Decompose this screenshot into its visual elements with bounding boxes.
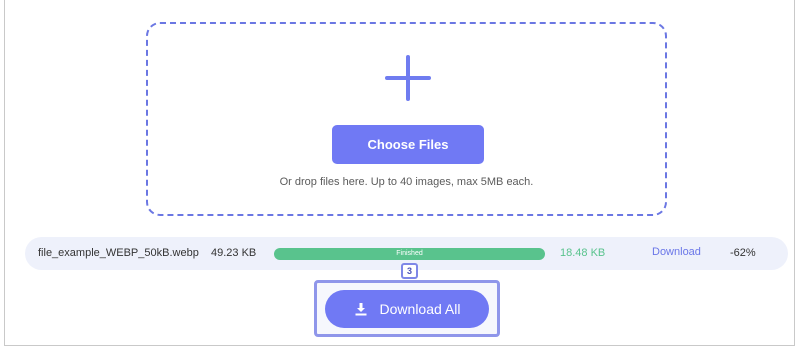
- download-icon: [355, 303, 367, 316]
- size-reduction: -62%: [730, 247, 756, 259]
- original-size: 49.23 KB: [211, 247, 257, 259]
- progress-status: Finished: [396, 250, 423, 257]
- app-frame: Choose Files Or drop files here. Up to 4…: [4, 0, 795, 346]
- plus-icon[interactable]: [385, 55, 431, 101]
- step-badge: 3: [401, 263, 418, 279]
- download-link[interactable]: Download: [652, 246, 701, 258]
- compressed-size: 18.48 KB: [560, 247, 606, 259]
- dropzone-hint: Or drop files here. Up to 40 images, max…: [279, 176, 534, 188]
- choose-files-button[interactable]: Choose Files: [332, 125, 484, 164]
- download-all-label: Download All: [379, 301, 461, 317]
- file-name: file_example_WEBP_50kB.webp: [38, 247, 199, 259]
- download-all-button[interactable]: Download All: [325, 290, 489, 328]
- upload-dropzone[interactable]: Choose Files Or drop files here. Up to 4…: [146, 22, 667, 216]
- progress-bar: Finished: [274, 248, 545, 260]
